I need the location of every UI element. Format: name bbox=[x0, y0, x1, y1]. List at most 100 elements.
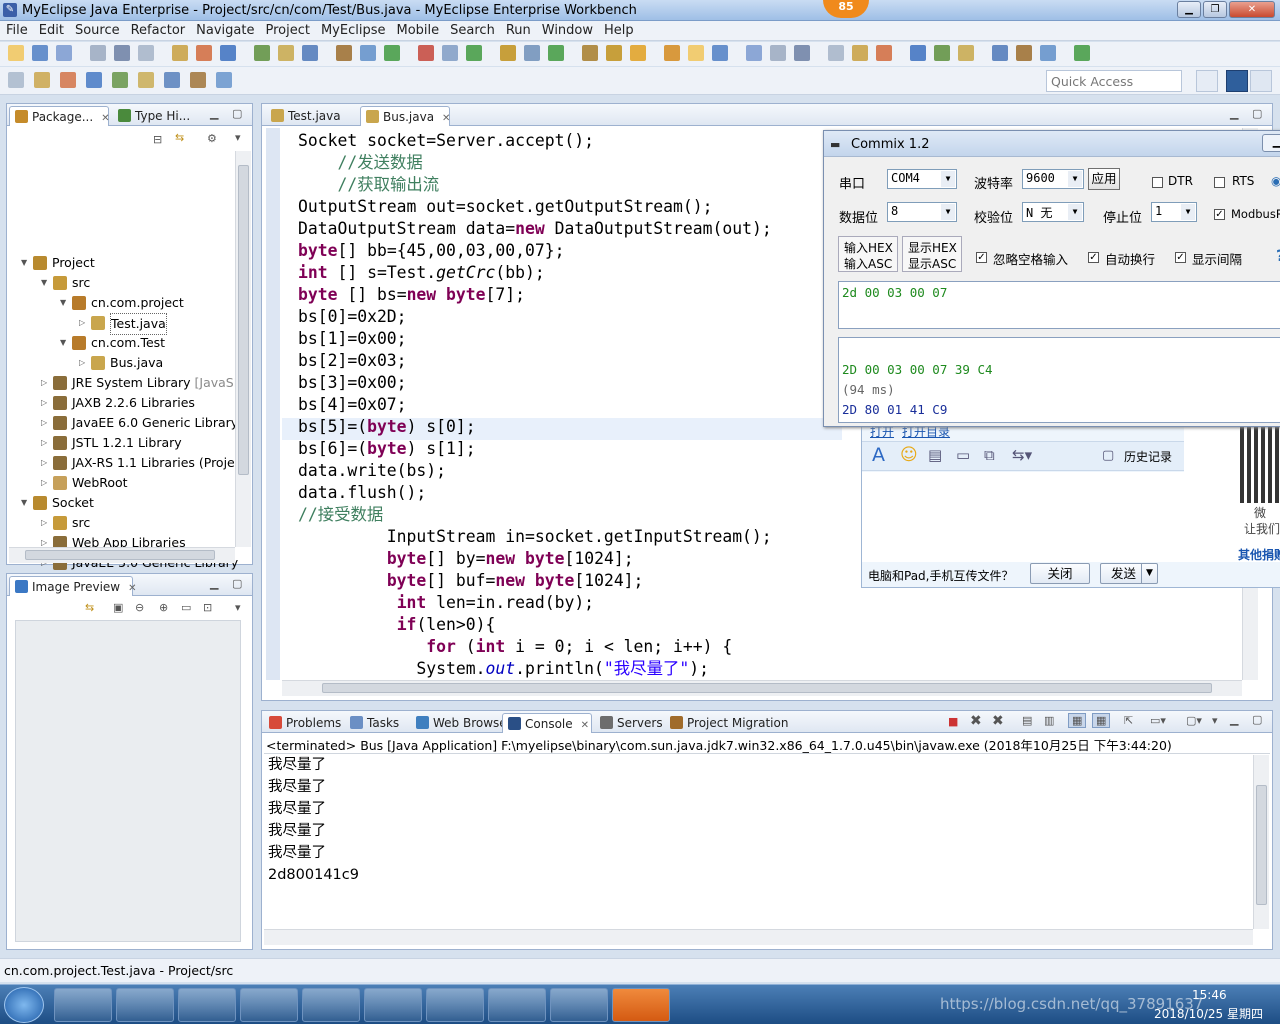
toolbar-action-icon[interactable] bbox=[418, 45, 434, 61]
menu-navigate[interactable]: Navigate bbox=[190, 21, 259, 38]
code-line[interactable]: byte[] bb={45,00,03,00,07}; bbox=[298, 240, 564, 262]
code-line[interactable]: bs[2]=0x03; bbox=[298, 350, 407, 372]
collapsed-arrow-icon[interactable]: ▷ bbox=[41, 393, 51, 413]
taskbar-tool-icon[interactable] bbox=[488, 988, 546, 1022]
collapsed-arrow-icon[interactable]: ▷ bbox=[41, 513, 51, 533]
history-label[interactable]: 历史记录 bbox=[1124, 448, 1172, 465]
tab-package-explorer[interactable]: Package... ✕ bbox=[9, 106, 110, 126]
explorer-vertical-scrollbar[interactable] bbox=[235, 151, 251, 547]
toolbar-action-icon[interactable] bbox=[548, 45, 564, 61]
chat-close-button[interactable]: 关闭 bbox=[1030, 563, 1090, 584]
toolbar-action-icon[interactable] bbox=[442, 45, 458, 61]
toolbar-nav-icon[interactable] bbox=[60, 72, 76, 88]
toolbar-action-icon[interactable] bbox=[466, 45, 482, 61]
toolbar-action-icon[interactable] bbox=[360, 45, 376, 61]
toolbar-action-icon[interactable] bbox=[278, 45, 294, 61]
explorer-horizontal-scrollbar[interactable] bbox=[9, 547, 235, 563]
code-line[interactable]: DataOutputStream data=new DataOutputStre… bbox=[298, 218, 772, 240]
link-editor-icon[interactable]: ⇆ bbox=[175, 131, 184, 144]
code-line[interactable]: byte[] buf=new byte[1024]; bbox=[298, 570, 644, 592]
menu-window[interactable]: Window bbox=[536, 21, 598, 38]
code-line[interactable]: bs[6]=(byte) s[1]; bbox=[298, 438, 476, 460]
rts-checkbox[interactable] bbox=[1214, 177, 1225, 188]
minimize-button[interactable]: ▁ bbox=[1177, 1, 1201, 18]
auto-wrap-checkbox[interactable]: ✓ bbox=[1088, 252, 1099, 263]
code-line[interactable]: int [] s=Test.getCrc(bb); bbox=[298, 262, 545, 284]
toolbar-action-icon[interactable] bbox=[1040, 45, 1056, 61]
maximize-view-icon[interactable]: ▢ bbox=[1252, 107, 1262, 120]
menu-run[interactable]: Run bbox=[500, 21, 536, 38]
tab-type-hierarchy[interactable]: Type Hi... bbox=[113, 106, 203, 126]
menu-edit[interactable]: Edit bbox=[33, 21, 69, 38]
image-send-icon[interactable]: ▤ bbox=[928, 446, 942, 464]
stopbits-select[interactable]: 1 ▼ bbox=[1151, 202, 1197, 222]
tab-tasks[interactable]: Tasks bbox=[345, 713, 411, 733]
toolbar-action-icon[interactable] bbox=[828, 45, 844, 61]
emoji-icon[interactable]: ☺ bbox=[900, 445, 918, 465]
toolbar-action-icon[interactable] bbox=[876, 45, 892, 61]
actual-size-icon[interactable]: ▭ bbox=[181, 601, 191, 614]
open-console-icon[interactable]: ⇱ bbox=[1124, 714, 1133, 727]
toolbar-action-icon[interactable] bbox=[114, 45, 130, 61]
send-dropdown-icon[interactable]: ▼ bbox=[1141, 564, 1153, 583]
show-hex-toggle[interactable]: 显示HEX bbox=[908, 239, 957, 256]
code-line[interactable]: bs[3]=0x00; bbox=[298, 372, 407, 394]
maximize-button[interactable]: ❐ bbox=[1203, 1, 1227, 18]
file-transfer-icon[interactable]: ⇆▾ bbox=[1012, 446, 1032, 464]
remove-launch-icon[interactable]: ✖ bbox=[970, 713, 982, 729]
toolbar-action-icon[interactable] bbox=[32, 45, 48, 61]
console-horizontal-scrollbar[interactable] bbox=[264, 929, 1253, 945]
taskbar-app-icon[interactable] bbox=[612, 988, 670, 1022]
toolbar-action-icon[interactable] bbox=[688, 45, 704, 61]
code-line[interactable]: OutputStream out=socket.getOutputStream(… bbox=[298, 196, 712, 218]
taskbar-paint-icon[interactable] bbox=[54, 988, 112, 1022]
console-vertical-scrollbar[interactable] bbox=[1253, 755, 1269, 929]
toolbar-action-icon[interactable] bbox=[384, 45, 400, 61]
toolbar-action-icon[interactable] bbox=[992, 45, 1008, 61]
zoom-in-icon[interactable]: ⊕ bbox=[159, 601, 168, 614]
other-donation-link[interactable]: 其他捐赠 bbox=[1238, 546, 1280, 563]
view-menu-icon[interactable]: ⚙ bbox=[207, 132, 217, 145]
remove-all-icon[interactable]: ✖ bbox=[992, 713, 1004, 729]
code-line[interactable]: //发送数据 bbox=[298, 152, 422, 174]
toolbar-action-icon[interactable] bbox=[712, 45, 728, 61]
toolbar-action-icon[interactable] bbox=[138, 45, 154, 61]
menu-file[interactable]: File bbox=[0, 21, 33, 38]
myeclipse-perspective-icon[interactable] bbox=[1226, 70, 1248, 92]
toolbar-nav-icon[interactable] bbox=[34, 72, 50, 88]
tab-bus-java[interactable]: Bus.java ✕ bbox=[360, 106, 450, 126]
expanded-arrow-icon[interactable]: ▼ bbox=[60, 333, 70, 353]
taskbar-calculator-icon[interactable] bbox=[364, 988, 422, 1022]
chat-input[interactable] bbox=[862, 472, 1184, 562]
taskbar-ie-icon[interactable] bbox=[116, 988, 174, 1022]
tab-image-preview[interactable]: Image Preview ✕ bbox=[9, 576, 137, 596]
toolbar-action-icon[interactable] bbox=[302, 45, 318, 61]
expanded-arrow-icon[interactable]: ▼ bbox=[41, 273, 51, 293]
baud-select[interactable]: 9600 ▼ bbox=[1022, 169, 1084, 189]
toolbar-action-icon[interactable] bbox=[196, 45, 212, 61]
code-line[interactable]: //获取输出流 bbox=[298, 174, 439, 196]
code-line[interactable]: bs[4]=0x07; bbox=[298, 394, 407, 416]
toolbar-nav-icon[interactable] bbox=[138, 72, 154, 88]
code-line[interactable]: int len=in.read(by); bbox=[298, 592, 594, 614]
toolbar-action-icon[interactable] bbox=[770, 45, 786, 61]
toolbar-nav-icon[interactable] bbox=[216, 72, 232, 88]
toolbar-action-icon[interactable] bbox=[852, 45, 868, 61]
tab-project-migration[interactable]: Project Migration bbox=[665, 713, 789, 733]
show-asc-toggle[interactable]: 显示ASC bbox=[908, 255, 956, 272]
toolbar-action-icon[interactable] bbox=[56, 45, 72, 61]
fullscreen-icon[interactable]: ⊡ bbox=[203, 601, 212, 614]
maximize-view-icon[interactable]: ▢ bbox=[232, 107, 242, 120]
tab-test-java[interactable]: Test.java bbox=[266, 106, 358, 126]
input-hex-toggle[interactable]: 输入HEX bbox=[844, 239, 893, 256]
fit-image-icon[interactable]: ▣ bbox=[113, 601, 123, 614]
toolbar-action-icon[interactable] bbox=[606, 45, 622, 61]
maximize-view-icon[interactable]: ▢ bbox=[1252, 713, 1262, 726]
menu-mobile[interactable]: Mobile bbox=[390, 21, 444, 38]
toolbar-nav-icon[interactable] bbox=[112, 72, 128, 88]
taskbar-firefox-icon[interactable] bbox=[178, 988, 236, 1022]
java-perspective-icon[interactable] bbox=[1250, 70, 1272, 92]
toolbar-nav-icon[interactable] bbox=[164, 72, 180, 88]
refresh-icon[interactable]: ◉ bbox=[1271, 174, 1280, 188]
menu-project[interactable]: Project bbox=[259, 21, 314, 38]
